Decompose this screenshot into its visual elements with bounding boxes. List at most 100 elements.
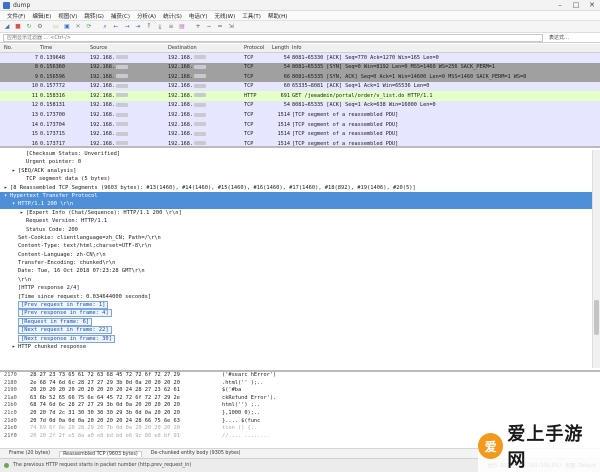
find-icon[interactable]: ⌕ <box>101 23 109 31</box>
packet-row[interactable]: 11 0.158316 192.168. 192.168. HTTP 691 GET /je… <box>0 91 600 101</box>
hex-row[interactable]: 21b0 68 74 6d 6c 28 27 27 29 3b 0d 0a 20 … <box>0 402 600 410</box>
menu-wireless[interactable]: 无线(W) <box>215 12 236 20</box>
packet-list-header: No. Time Source Destination Protocol Len… <box>0 44 600 53</box>
col-protocol[interactable]: Protocol <box>244 45 264 51</box>
options-icon[interactable]: ⚙ <box>36 23 44 31</box>
tree-item[interactable]: Urgent pointer: 0 <box>0 158 592 166</box>
packet-cell-no: 10 <box>31 83 38 90</box>
col-no[interactable]: No. <box>4 45 12 51</box>
packet-row[interactable]: 10 0.157772 192.168. 192.168. TCP 60 65335→808… <box>0 81 600 92</box>
expression-button[interactable]: 表达式… <box>549 34 569 41</box>
menu-go[interactable]: 跳转(G) <box>84 12 104 20</box>
tree-item[interactable]: Date: Tue, 16 Oct 2018 07:23:28 GMT\r\n <box>0 267 592 275</box>
tree-item[interactable]: ▸ [SEQ/ACK analysis] <box>0 167 592 175</box>
first-icon[interactable]: ⤒ <box>145 23 153 31</box>
resize-icon[interactable]: ⇲ <box>227 23 235 31</box>
packet-row[interactable]: 12 0.158131 192.168. 192.168. TCP 54 8081→6533… <box>0 100 600 111</box>
redacted-ip <box>194 102 206 107</box>
colorize-icon[interactable]: ▤ <box>178 23 186 31</box>
forward-icon[interactable]: → <box>123 23 131 31</box>
ready-status-icon[interactable] <box>4 463 9 468</box>
menu-help[interactable]: 帮助(H) <box>268 12 287 20</box>
packet-row[interactable]: 14 0.173704 192.168. 192.168. TCP 1514 [TCP se… <box>0 120 600 130</box>
tree-item[interactable]: Transfer-Encoding: chunked\r\n <box>0 259 592 267</box>
packet-row[interactable]: 7 0.139648 192.168. 192.168. TCP 54 8081→65330… <box>0 53 600 63</box>
maximize-icon[interactable]: □ <box>568 0 584 10</box>
hex-row[interactable]: 2170 28 27 23 73 65 61 72 63 68 45 72 72 … <box>0 372 600 380</box>
minimize-icon[interactable]: – <box>552 0 568 10</box>
tree-item[interactable]: [Time since request: 0.034644000 seconds… <box>0 293 592 301</box>
menu-edit[interactable]: 编辑(E) <box>32 12 51 20</box>
autoscroll-icon[interactable]: ≡ <box>167 23 175 31</box>
hex-row[interactable]: 2180 2e 68 74 6d 6c 28 27 27 29 3b 0d 0a … <box>0 380 600 388</box>
tree-item[interactable]: Content-Language: zh-CN\r\n <box>0 251 592 259</box>
zoom-in-icon[interactable]: + <box>194 23 202 31</box>
packet-row[interactable]: 9 0.156596 192.168. 192.168. TCP 66 8081→65335… <box>0 72 600 82</box>
frame-link-item[interactable]: [Prev request in frame: 1] <box>0 301 592 310</box>
menu-statistics[interactable]: 统计(S) <box>163 12 182 20</box>
frame-link-item[interactable]: [Next request in frame: 22] <box>0 326 592 335</box>
menu-file[interactable]: 文件(F) <box>7 12 25 20</box>
packet-row[interactable]: 8 0.156360 192.168. 192.168. TCP 54 8081→65335… <box>0 62 600 73</box>
tree-item[interactable]: Set-Cookie: clientlanguage=zh_CN; Path=/… <box>0 234 592 242</box>
tree-item[interactable]: \r\n <box>0 276 592 284</box>
back-icon[interactable]: ← <box>112 23 120 31</box>
tab-frame[interactable]: Frame (20 bytes) <box>6 451 53 456</box>
details-scrollbar[interactable] <box>592 150 600 368</box>
zoom-out-icon[interactable]: − <box>205 23 213 31</box>
stop-icon[interactable]: ■ <box>14 23 22 31</box>
packet-cell-info: [TCP segment of a reassembled PDU] <box>292 112 399 119</box>
display-filter-input[interactable] <box>3 33 543 42</box>
tree-item[interactable]: ▸ HTTP chunked response <box>0 343 592 351</box>
restart-icon[interactable]: ↻ <box>25 23 33 31</box>
menu-tools[interactable]: 工具(T) <box>242 12 261 20</box>
close-icon[interactable]: ✕ <box>584 0 600 10</box>
tree-item[interactable]: ▾ HTTP/1.1 200 \r\n <box>0 200 592 209</box>
menu-view[interactable]: 视图(V) <box>58 12 77 20</box>
frame-link-item[interactable]: [Next response in frame: 30] <box>0 334 592 343</box>
zoom-reset-icon[interactable]: = <box>216 23 224 31</box>
packet-row[interactable]: 16 0.173717 192.168. 192.168. TCP 1514 [TCP se… <box>0 139 600 146</box>
col-destination[interactable]: Destination <box>168 45 197 51</box>
col-length[interactable]: Length <box>272 45 289 51</box>
tree-item[interactable]: ▸ [Expert Info (Chat/Sequence): HTTP/1.1 … <box>0 209 592 217</box>
packet-cell-src: 192.168. <box>90 141 128 146</box>
redacted-ip <box>116 102 128 107</box>
hex-row[interactable]: 21a0 63 6b 52 65 66 75 6e 64 45 72 72 6f … <box>0 395 600 403</box>
hex-off: 21f0 <box>4 432 17 439</box>
tree-item[interactable]: ▾ Hypertext Transfer Protocol <box>0 191 592 201</box>
packet-cell-time: 0.139648 <box>40 54 65 61</box>
menu-telephony[interactable]: 电话(Y) <box>189 12 208 20</box>
close-file-icon[interactable]: ✕ <box>74 23 82 31</box>
tree-item[interactable]: [HTTP response 2/4] <box>0 284 592 292</box>
open-icon[interactable]: ▭ <box>52 23 60 31</box>
menu-analyze[interactable]: 分析(A) <box>137 12 156 20</box>
tab-dechunked-body[interactable]: De-chunked entity body (9305 bytes) <box>148 451 244 456</box>
hex-row[interactable]: 2190 20 20 20 20 20 20 20 20 20 20 24 28 … <box>0 387 600 395</box>
menu-capture[interactable]: 捕获(C) <box>111 12 130 20</box>
frame-link-item[interactable]: [Prev response in frame: 4] <box>0 309 592 318</box>
packet-cell-proto: HTTP <box>244 92 257 99</box>
col-source[interactable]: Source <box>90 45 107 51</box>
tab-reassembled-tcp[interactable]: Reassembled TCP (9603 bytes) <box>59 450 142 457</box>
col-info[interactable]: Info <box>292 45 301 51</box>
scrollbar-thumb[interactable] <box>594 300 599 335</box>
goto-icon[interactable]: ⇥ <box>134 23 142 31</box>
tree-item[interactable]: [Checksum Status: Unverified] <box>0 150 592 158</box>
shark-fin-icon[interactable]: ◢ <box>3 23 11 31</box>
hex-bytes: 20 20 20 20 20 20 20 20 20 20 24 28 27 2… <box>30 387 180 394</box>
packet-row[interactable]: 13 0.173700 192.168. 192.168. TCP 1514 [TCP se… <box>0 110 600 121</box>
reload-icon[interactable]: ⟳ <box>85 23 93 31</box>
last-icon[interactable]: ⤓ <box>156 23 164 31</box>
hex-row[interactable]: 21c0 20 20 7d 2c 31 30 30 30 30 29 3b 0d … <box>0 410 600 418</box>
tree-item[interactable]: ▸ [8 Reassembled TCP Segments (9603 bytes… <box>0 184 592 192</box>
tree-item[interactable]: Content-Type: text/html;charset=UTF-8\r\… <box>0 242 592 250</box>
tree-item[interactable]: Request Version: HTTP/1.1 <box>0 217 592 225</box>
packet-row[interactable]: 15 0.173715 192.168. 192.168. TCP 1514 [TCP se… <box>0 129 600 140</box>
frame-link-item[interactable]: [Request in frame: 6] <box>0 317 592 326</box>
tree-item[interactable]: Status Code: 200 <box>0 226 592 234</box>
tree-item[interactable]: TCP segment data (5 bytes) <box>0 175 592 183</box>
save-icon[interactable]: ▣ <box>63 23 71 31</box>
tree-item-text: [Request in frame: 6] <box>18 317 93 326</box>
col-time[interactable]: Time <box>40 45 52 51</box>
